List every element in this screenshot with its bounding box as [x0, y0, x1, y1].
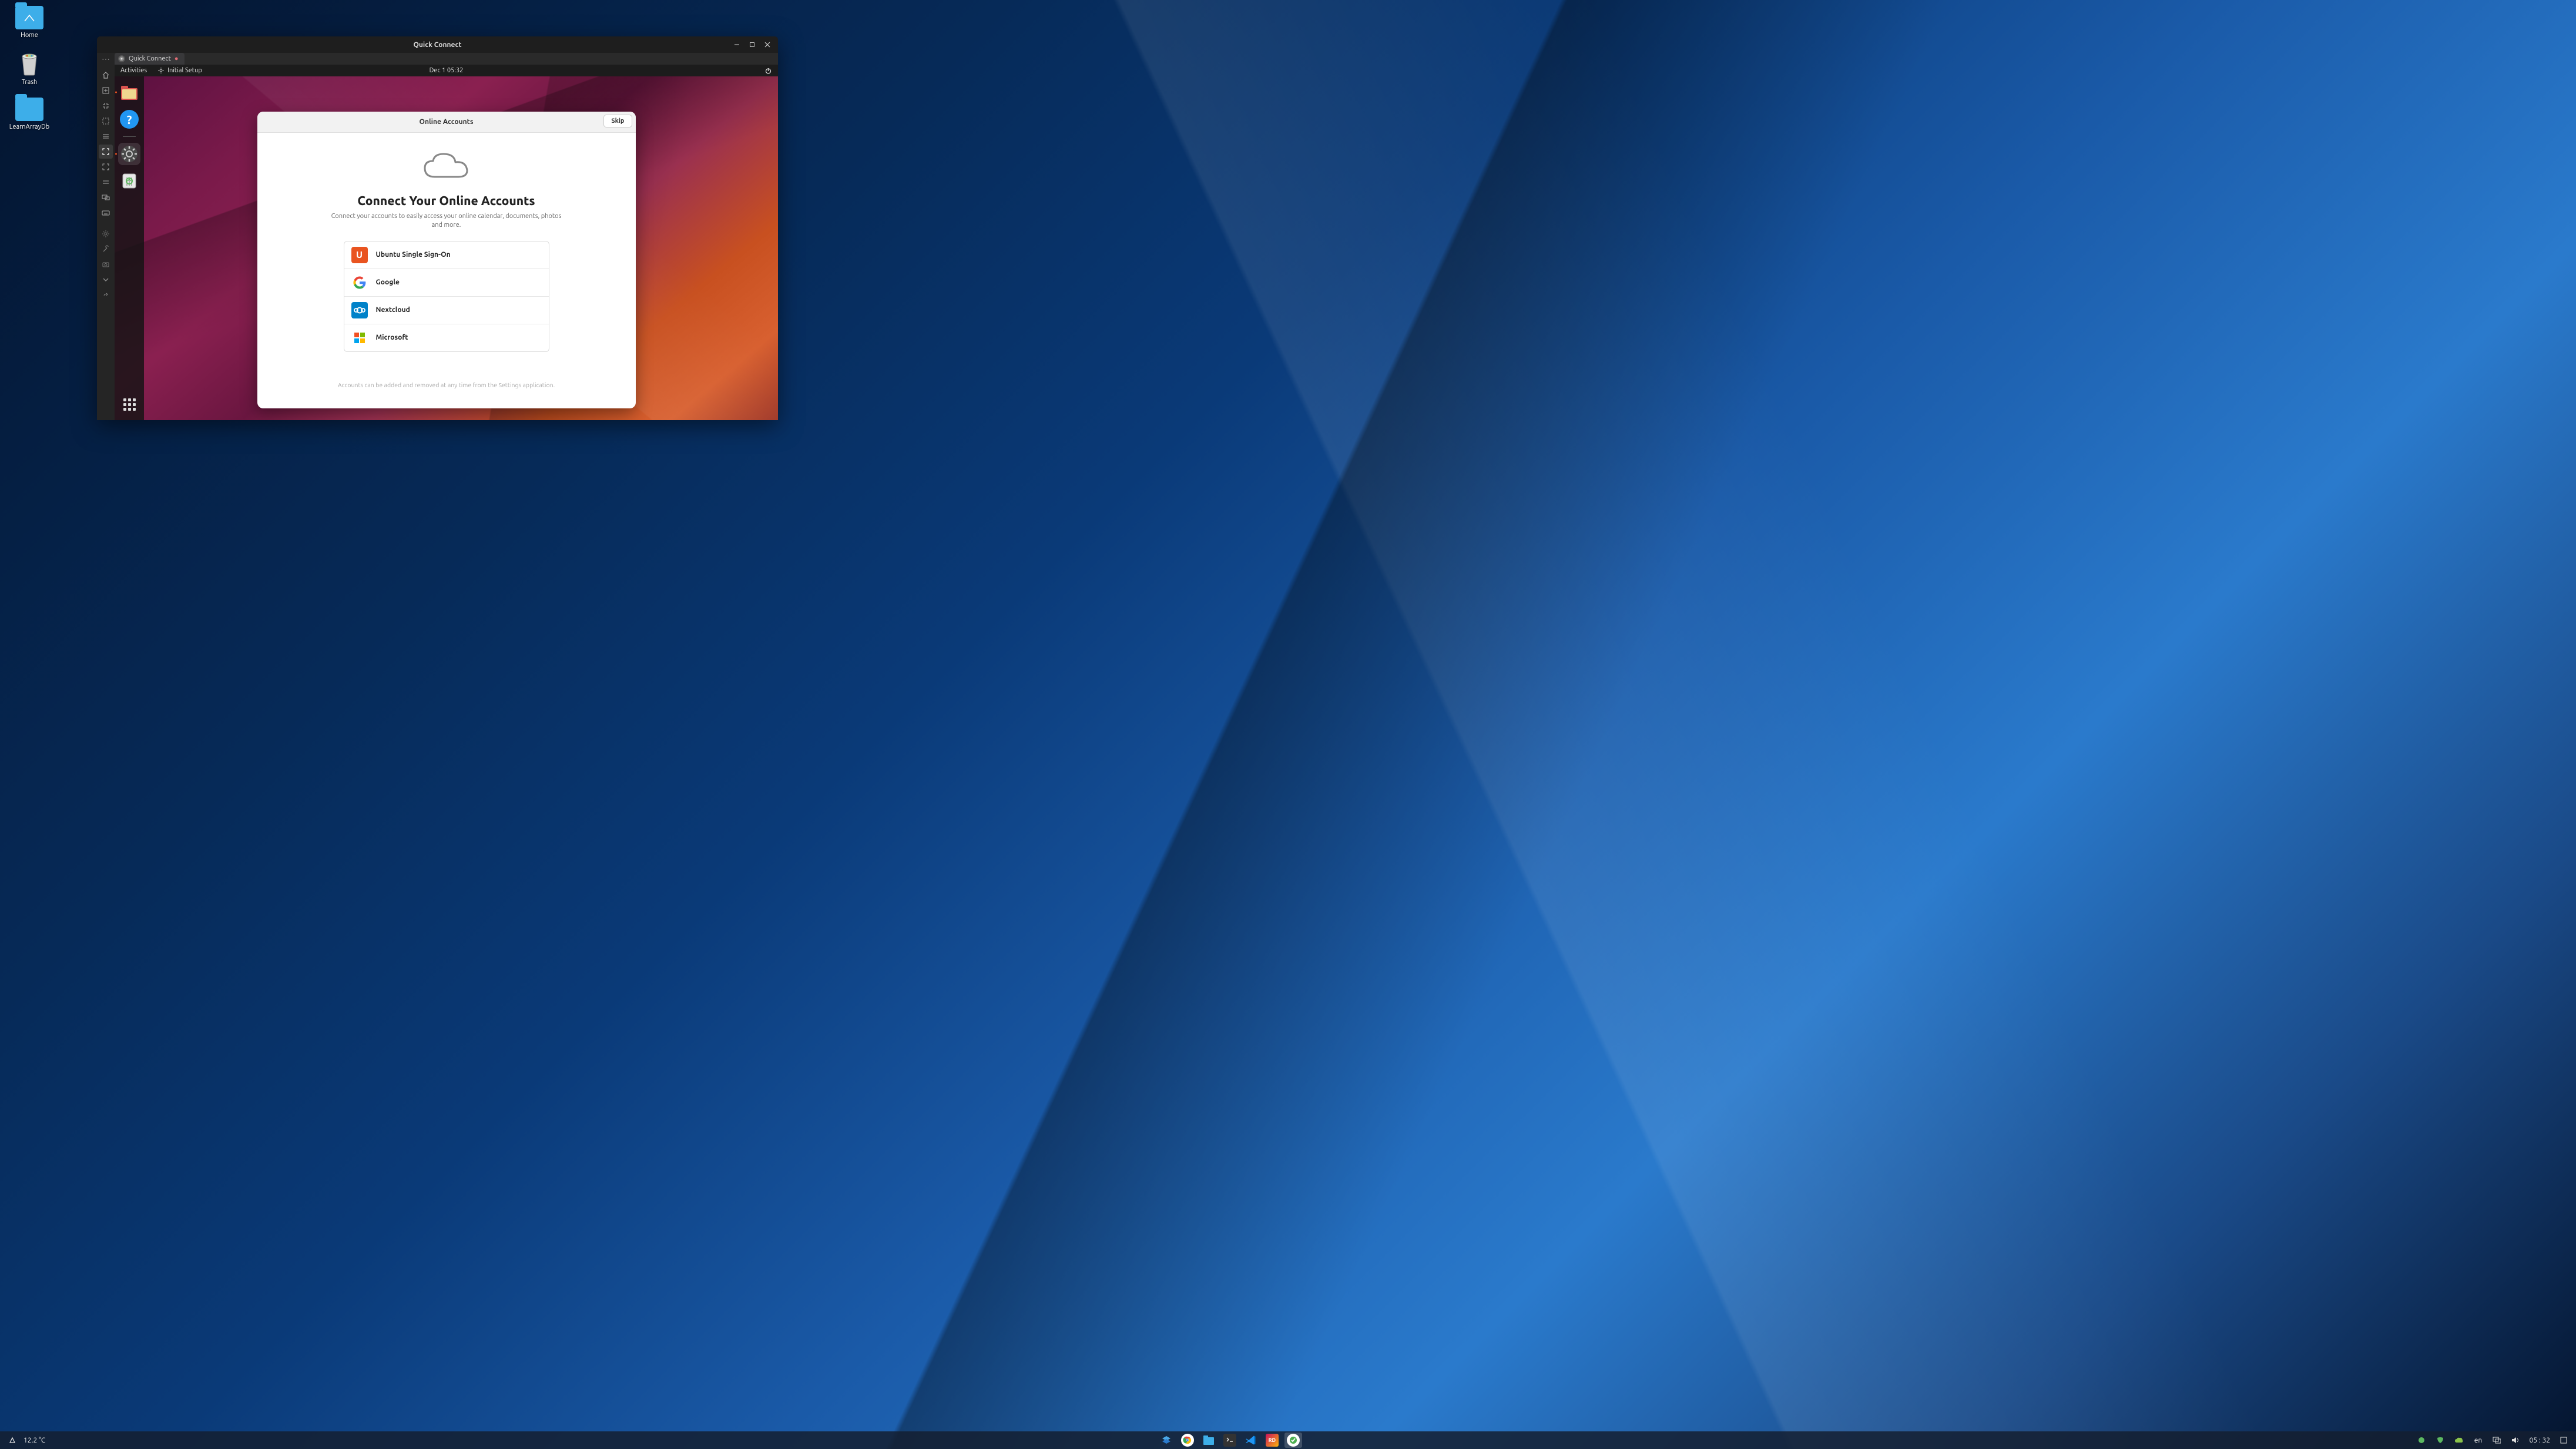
- activities-button[interactable]: Activities: [120, 67, 147, 74]
- taskbar-app-layers[interactable]: [1158, 1433, 1175, 1448]
- taskbar-app-vscode[interactable]: [1242, 1433, 1260, 1448]
- tab-label: Quick Connect: [129, 55, 171, 62]
- desktop-icon-home[interactable]: Home: [6, 6, 53, 39]
- tray-icon-1[interactable]: [2414, 1433, 2429, 1448]
- dock-item-help[interactable]: ?: [118, 108, 140, 130]
- expand-icon[interactable]: [99, 160, 113, 174]
- tools-icon[interactable]: [99, 242, 113, 256]
- ubuntu-icon: U: [351, 247, 368, 263]
- current-app-label: Initial Setup: [167, 67, 202, 74]
- nextcloud-icon: [351, 302, 368, 318]
- maximize-button[interactable]: [745, 39, 759, 51]
- tray-show-desktop-icon[interactable]: [2556, 1433, 2571, 1448]
- tray-icon-cloud[interactable]: [2451, 1433, 2467, 1448]
- taskbar-app-chrome[interactable]: [1179, 1433, 1196, 1448]
- trash-icon: [19, 51, 40, 76]
- fullscreen-icon[interactable]: [99, 145, 113, 159]
- fit-window-icon[interactable]: [99, 114, 113, 128]
- taskbar-app-terminal[interactable]: [1221, 1433, 1239, 1448]
- dialog-footer-text: Accounts can be added and removed at any…: [281, 381, 612, 398]
- desktop-icon-label: LearnArrayDb: [9, 123, 49, 130]
- settings-gear-icon[interactable]: [99, 227, 113, 241]
- tray-icon-2[interactable]: [2433, 1433, 2448, 1448]
- taskbar-launcher-icon[interactable]: [5, 1433, 20, 1448]
- qc-toolbar: [97, 53, 115, 420]
- dialog-subtitle: Connect your accounts to easily access y…: [329, 212, 564, 230]
- account-row-microsoft[interactable]: Microsoft: [344, 324, 549, 351]
- home-icon[interactable]: [99, 68, 113, 82]
- dialog-header: Online Accounts Skip: [257, 112, 636, 133]
- account-label: Google: [376, 279, 400, 286]
- account-row-nextcloud[interactable]: Nextcloud: [344, 297, 549, 324]
- dialog-heading: Connect Your Online Accounts: [281, 193, 612, 207]
- cloud-icon: [420, 150, 473, 183]
- desktop-icon-label: Trash: [22, 79, 38, 86]
- desktop-icon-learnarraydb[interactable]: LearnArrayDb: [6, 98, 53, 130]
- quick-connect-window: Quick Connect ⋯ Quick Connect ●: [97, 36, 778, 420]
- taskbar-app-rider[interactable]: RD: [1263, 1433, 1281, 1448]
- titlebar[interactable]: Quick Connect: [97, 36, 778, 53]
- power-icon[interactable]: [764, 67, 772, 75]
- dock-item-settings[interactable]: [118, 143, 140, 165]
- account-label: Nextcloud: [376, 306, 410, 314]
- host-taskbar: 12.2 °C RD en 05 : 32: [0, 1431, 2576, 1449]
- account-row-google[interactable]: Google: [344, 269, 549, 297]
- camera-icon[interactable]: [99, 257, 113, 271]
- taskbar-app-quickconnect[interactable]: [1284, 1433, 1302, 1448]
- dock-item-files[interactable]: [118, 81, 140, 103]
- disconnect-icon[interactable]: [99, 288, 113, 302]
- titlebar-title: Quick Connect: [413, 41, 461, 49]
- folder-icon: [15, 6, 43, 29]
- tray-network-icon[interactable]: [2489, 1433, 2504, 1448]
- chevron-down-icon[interactable]: [99, 273, 113, 287]
- current-app-indicator[interactable]: Initial Setup: [157, 67, 202, 74]
- google-icon: [351, 274, 368, 291]
- remote-viewport: Activities Initial Setup Dec 1 05:32: [115, 65, 778, 420]
- menu-dots-icon[interactable]: ⋯: [97, 53, 115, 65]
- tray-clock[interactable]: 05 : 32: [2527, 1433, 2552, 1448]
- session-tab[interactable]: Quick Connect ●: [115, 53, 185, 65]
- microsoft-icon: [351, 330, 368, 346]
- desktop-icon-trash[interactable]: Trash: [6, 51, 53, 86]
- desktop-icon-label: Home: [21, 32, 38, 39]
- close-button[interactable]: [760, 39, 774, 51]
- scale-lines-icon[interactable]: [99, 129, 113, 143]
- gear-icon: [157, 67, 165, 74]
- tab-close-icon[interactable]: ●: [175, 55, 179, 62]
- dock-apps-grid-icon[interactable]: [118, 393, 140, 415]
- taskbar-app-files[interactable]: [1200, 1433, 1217, 1448]
- taskbar-weather[interactable]: 12.2 °C: [24, 1437, 45, 1444]
- gnome-topbar: Activities Initial Setup Dec 1 05:32: [115, 65, 778, 76]
- multi-monitor-icon[interactable]: [99, 190, 113, 204]
- new-window-icon[interactable]: [99, 83, 113, 98]
- account-label: Ubuntu Single Sign-On: [376, 251, 451, 259]
- dialog-title-small: Online Accounts: [420, 118, 474, 126]
- account-row-ubuntu[interactable]: U Ubuntu Single Sign-On: [344, 242, 549, 269]
- desktop-icons: Home Trash LearnArrayDb: [6, 6, 53, 130]
- tray-lang[interactable]: en: [2470, 1433, 2486, 1448]
- account-label: Microsoft: [376, 334, 408, 341]
- minimize-button[interactable]: [730, 39, 744, 51]
- keyboard-icon[interactable]: [99, 206, 113, 220]
- tray-volume-icon[interactable]: [2508, 1433, 2523, 1448]
- scale-lines2-icon[interactable]: [99, 175, 113, 189]
- titlebar-controls: [730, 36, 774, 53]
- gnome-clock[interactable]: Dec 1 05:32: [430, 67, 464, 74]
- skip-button[interactable]: Skip: [603, 115, 632, 128]
- ubuntu-dock: ?: [115, 76, 144, 420]
- scale-down-icon[interactable]: [99, 99, 113, 113]
- dock-item-trash[interactable]: [118, 170, 140, 192]
- session-icon: [118, 55, 125, 62]
- accounts-list: U Ubuntu Single Sign-On Google: [344, 241, 549, 352]
- folder-icon: [15, 98, 43, 121]
- online-accounts-dialog: Online Accounts Skip Connect Your Online…: [257, 112, 636, 408]
- tab-strip: ⋯ Quick Connect ●: [115, 53, 185, 65]
